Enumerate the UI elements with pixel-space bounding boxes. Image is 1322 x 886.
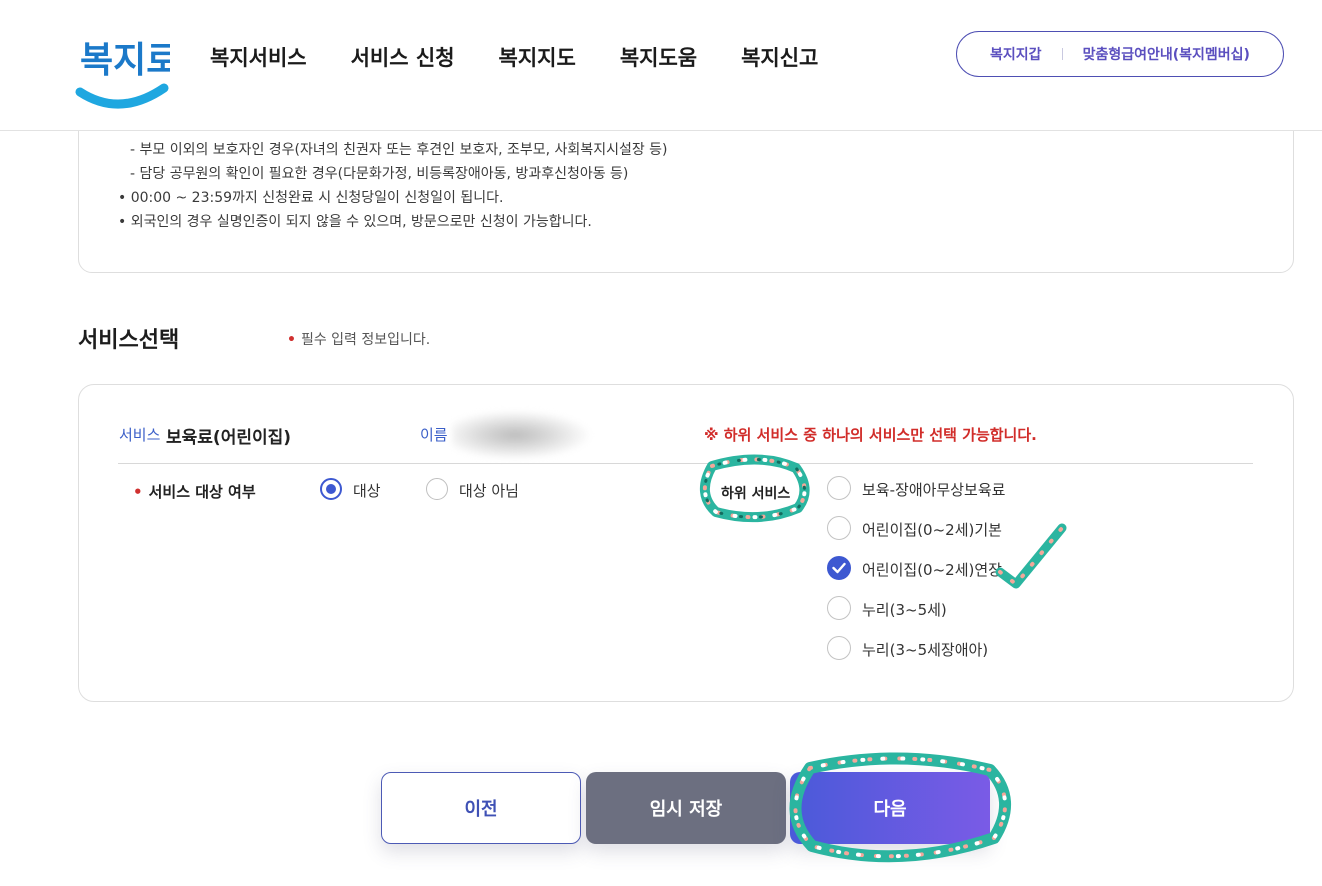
notice-line: - 부모 이외의 보호자인 경우(자녀의 친권자 또는 후견인 보호자, 조부모… [130,142,668,158]
logo-text: 복지로 [80,40,170,81]
sub-service-checkbox-disability[interactable] [827,476,851,500]
divider [118,463,1253,464]
top-utility-strip [800,0,1280,6]
temp-save-button[interactable]: 임시 저장 [586,772,786,844]
target-no-radio[interactable] [426,478,448,500]
nav-welfare-help[interactable]: 복지도움 [620,42,697,72]
required-note: • 필수 입력 정보입니다. [287,329,430,349]
notice-line: • 00:00 ~ 23:59까지 신청완료 시 신청당일이 신청일이 됩니다. [118,190,504,206]
service-target-label-text: 서비스 대상 여부 [148,483,256,501]
sub-service-label-infant-extended[interactable]: 어린이집(0~2세)연장 [862,559,1002,580]
name-label: 이름 [420,426,448,444]
bokjiro-logo[interactable]: 복지로 [74,26,170,112]
sub-service-checkbox-nuri-disability[interactable] [827,636,851,660]
sub-service-label: 하위 서비스 [721,486,791,502]
target-yes-label[interactable]: 대상 [353,480,381,501]
nav-welfare-report[interactable]: 복지신고 [741,42,818,72]
site-header: 복지로 복지서비스 서비스 신청 복지지도 복지도움 복지신고 복지지갑 맞춤형… [0,0,1322,131]
target-yes-radio[interactable] [320,478,342,500]
next-button[interactable]: 다음 [790,772,990,844]
single-selection-warning: ※ 하위 서비스 중 하나의 서비스만 선택 가능합니다. [704,426,1037,444]
notice-line: - 담당 공무원의 확인이 필요한 경우(다문화가정, 비등록장애아동, 방과후… [130,166,629,182]
target-no-label[interactable]: 대상 아님 [459,480,519,501]
sub-service-label-nuri[interactable]: 누리(3~5세) [862,599,947,620]
sub-service-label-nuri-disability[interactable]: 누리(3~5세장애아) [862,639,988,660]
service-label: 서비스 [119,426,161,444]
section-title: 서비스선택 [78,328,180,353]
notice-line: • 외국인의 경우 실명인증이 되지 않을 수 있으며, 방문으로만 신청이 가… [118,214,592,230]
sub-service-checkbox-infant-basic[interactable] [827,516,851,540]
required-note-text: 필수 입력 정보입니다. [300,332,431,348]
sub-service-label-disability[interactable]: 보육-장애아무상보육료 [862,479,1005,500]
nav-welfare-map[interactable]: 복지지도 [499,42,576,72]
service-target-label: • 서비스 대상 여부 [133,483,256,501]
nav-welfare-service[interactable]: 복지서비스 [210,42,307,72]
checkmark-icon [832,562,846,574]
sub-service-checkbox-infant-extended[interactable] [827,556,851,580]
name-blurred-value [452,410,592,460]
sub-service-checkbox-nuri[interactable] [827,596,851,620]
sub-service-label-infant-basic[interactable]: 어린이집(0~2세)기본 [862,519,1002,540]
membership-link[interactable]: 맞춤형급여안내(복지멤버십) [1083,44,1250,64]
welfare-wallet-link[interactable]: 복지지갑 [990,44,1042,64]
notice-list: - 부모 이외의 보호자인 경우(자녀의 친권자 또는 후견인 보호자, 조부모… [118,138,668,234]
main-nav: 복지서비스 서비스 신청 복지지도 복지도움 복지신고 [210,42,862,72]
pill-divider [1061,48,1063,60]
nav-service-apply[interactable]: 서비스 신청 [351,42,455,72]
service-name: 보육료(어린이집) [166,428,292,448]
member-links-pill: 복지지갑 맞춤형급여안내(복지멤버십) [956,31,1284,77]
prev-button[interactable]: 이전 [381,772,581,844]
required-mark: • [287,332,296,348]
